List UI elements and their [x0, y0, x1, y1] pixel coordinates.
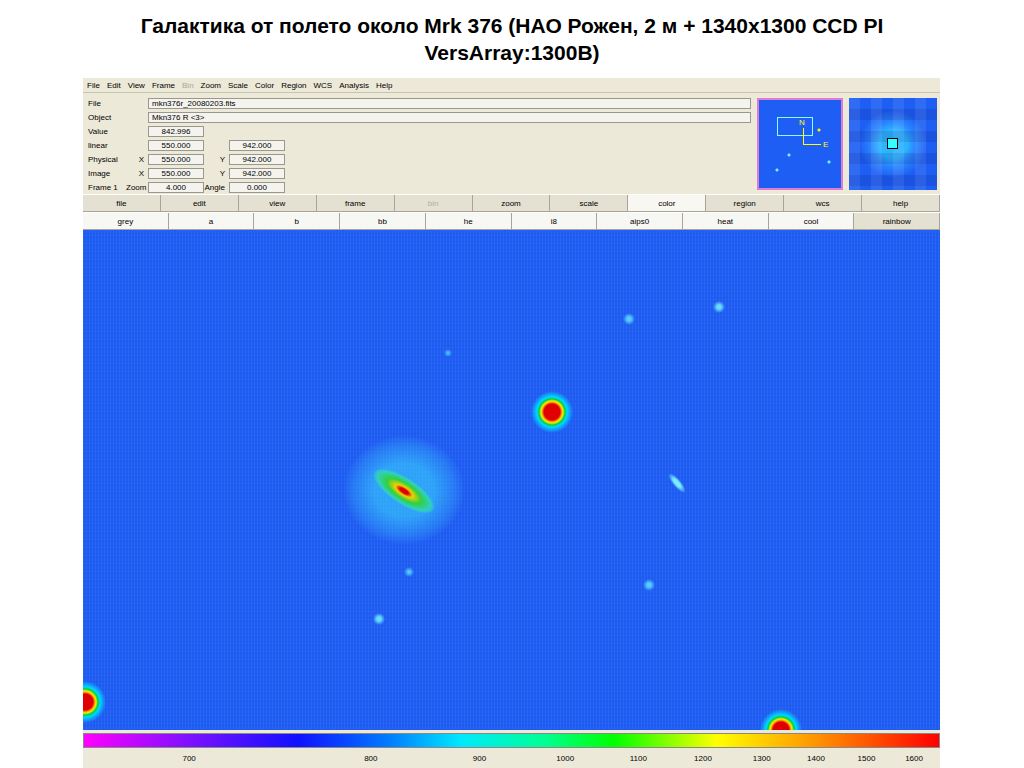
menu-item[interactable]: Color [255, 81, 274, 90]
colormap-button[interactable]: rainbow [854, 213, 940, 230]
colormap-button[interactable]: i8 [512, 213, 598, 230]
info-row: Frame 1Zoom4.000Angle0.000 [86, 181, 751, 194]
buttonbar-button[interactable]: wcs [784, 195, 862, 212]
info-field[interactable]: 942.000 [229, 140, 285, 151]
slide-title-area: Галактика от полето около Mrk 376 (НАО Р… [0, 0, 1024, 78]
info-row: linear 550.000 942.000 [86, 139, 751, 152]
colorbar [83, 733, 940, 748]
colorbar-tick: 1200 [694, 754, 712, 764]
magnifier-cursor [887, 138, 898, 149]
info-row: Value 842.996 [86, 125, 751, 138]
info-field[interactable]: 550.000 [148, 168, 204, 179]
menu-item[interactable]: File [87, 81, 100, 90]
info-field[interactable]: 942.000 [229, 168, 285, 179]
field-prefix: Zoom [126, 183, 148, 192]
colorbar-tick: 1300 [753, 754, 771, 764]
colormap-button[interactable]: heat [683, 213, 769, 230]
info-field[interactable]: Mkn376 R <3> [148, 112, 751, 123]
buttonbar-button[interactable]: scale [550, 195, 628, 212]
panner-viewport[interactable] [777, 117, 813, 136]
menu-item[interactable]: WCS [314, 81, 333, 90]
panner[interactable]: NE [757, 98, 843, 190]
info-field[interactable]: mkn376r_20080203.fits [148, 98, 751, 109]
buttonbar-button[interactable]: view [239, 195, 317, 212]
compass-north-arrow [803, 128, 804, 144]
menu-item[interactable]: Zoom [201, 81, 221, 90]
compass-label: E [823, 140, 828, 149]
info-field[interactable]: 550.000 [148, 154, 204, 165]
colorbar-tick: 1400 [807, 754, 825, 764]
buttonbar-button[interactable]: region [706, 195, 784, 212]
ds9-window: File Edit View Frame Bin Zoom Scale Color Region… [83, 78, 940, 768]
info-row: Object Mkn376 R <3> [86, 111, 751, 124]
info-label: Frame 1 [86, 183, 126, 192]
colorbar-tick: 700 [182, 754, 195, 764]
faint-galaxy [666, 471, 688, 495]
buttonbar-button[interactable]: zoom [473, 195, 551, 212]
button-bar: fileeditviewframebinzoomscalecolorregion… [83, 194, 940, 212]
colorbar-area: 700 800 900 1000 1100 1200 1300 1400 1500 1600 [83, 730, 940, 768]
colormap-button[interactable]: aips0 [597, 213, 683, 230]
colormap-button[interactable]: grey [83, 213, 169, 230]
field-prefix: X [126, 155, 148, 164]
menu-item[interactable]: View [128, 81, 145, 90]
buttonbar-button[interactable]: color [628, 195, 706, 212]
colorbar-tick: 1500 [858, 754, 876, 764]
info-label: Image [86, 169, 126, 178]
info-field[interactable]: 550.000 [148, 140, 204, 151]
info-label: Value [86, 127, 126, 136]
menu-item[interactable]: Scale [228, 81, 248, 90]
colormap-button[interactable]: b [254, 213, 340, 230]
info-label: Object [86, 113, 126, 122]
info-label: Physical [86, 155, 126, 164]
menu-item[interactable]: Analysis [339, 81, 369, 90]
info-row: PhysicalX550.000Y942.000 [86, 153, 751, 166]
menu-item[interactable]: Help [376, 81, 392, 90]
colormap-button[interactable]: bb [340, 213, 426, 230]
menu-item[interactable]: Frame [152, 81, 175, 90]
slide-title: Галактика от полето около Mrk 376 (НАО Р… [52, 12, 972, 66]
magnifier [849, 98, 937, 190]
menu-item[interactable]: Region [281, 81, 306, 90]
colormap-button[interactable]: a [169, 213, 255, 230]
info-label: File [86, 99, 126, 108]
info-panel: File mkn376r_20080203.fits Object Mkn376 R … [83, 93, 940, 194]
field-prefix: X [126, 169, 148, 178]
colorbar-tick: 800 [364, 754, 377, 764]
image-frame[interactable] [83, 230, 940, 730]
info-field[interactable]: 942.000 [229, 154, 285, 165]
buttonbar-button: bin [395, 195, 473, 212]
info-fields: File mkn376r_20080203.fits Object Mkn376 R … [86, 95, 751, 194]
colormap-button[interactable]: he [426, 213, 512, 230]
buttonbar-button[interactable]: edit [161, 195, 239, 212]
info-field[interactable]: 0.000 [229, 182, 285, 193]
menu-bar: File Edit View Frame Bin Zoom Scale Color Region… [83, 78, 940, 93]
menu-item[interactable]: Edit [107, 81, 121, 90]
colorbar-tick: 900 [473, 754, 486, 764]
colorbar-tick: 1600 [905, 754, 923, 764]
info-field[interactable]: 842.996 [148, 126, 204, 137]
colorbar-tick: 1100 [630, 754, 647, 764]
field-prefix: Y [204, 155, 229, 164]
slide: Галактика от полето около Mrk 376 (НАО Р… [0, 0, 1024, 768]
buttonbar-button[interactable]: help [862, 195, 940, 212]
compass-label: N [799, 118, 805, 127]
info-row: File mkn376r_20080203.fits [86, 97, 751, 110]
info-row: ImageX550.000Y942.000 [86, 167, 751, 180]
buttonbar-button[interactable]: frame [317, 195, 395, 212]
field-prefix: Angle [204, 183, 229, 192]
compass-east-arrow [803, 144, 821, 145]
colormap-button[interactable]: cool [769, 213, 855, 230]
field-prefix: Y [204, 169, 229, 178]
info-label: linear [86, 141, 126, 150]
menu-item: Bin [182, 81, 194, 90]
colormap-bar: greyabbbhei8aips0heatcoolrainbow [83, 212, 940, 230]
info-field[interactable]: 4.000 [148, 182, 204, 193]
buttonbar-button[interactable]: file [83, 195, 161, 212]
colorbar-ticks: 700 800 900 1000 1100 1200 1300 1400 1500 1600 [83, 748, 940, 768]
colorbar-tick: 1000 [556, 754, 574, 764]
